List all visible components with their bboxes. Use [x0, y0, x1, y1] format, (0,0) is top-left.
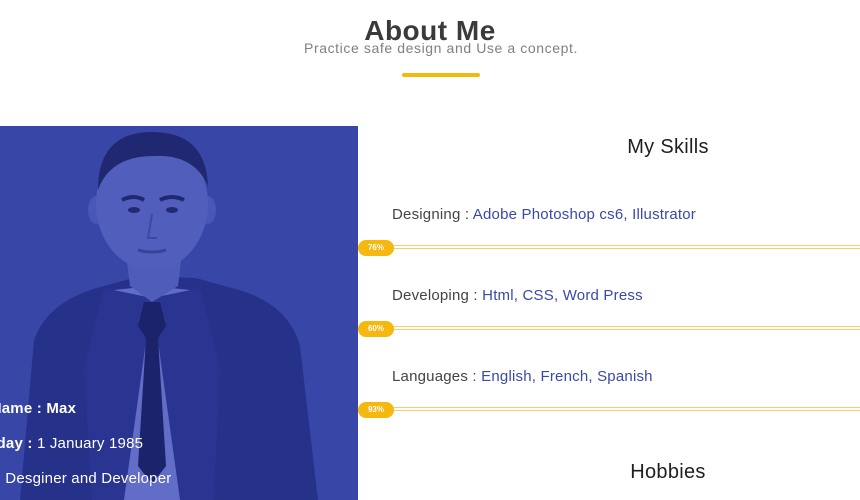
skill-values: Html, CSS, Word Press	[482, 287, 643, 304]
skill-progress-track	[360, 407, 860, 411]
profile-photo-panel: l Name : Max thday : 1 January 1985 o : …	[0, 126, 358, 500]
skill-developing: Developing : Html, CSS, Word Press	[392, 287, 643, 304]
skill-percent-badge: 60%	[358, 321, 394, 337]
skill-label: Developing :	[392, 287, 483, 304]
skill-progress-track	[360, 245, 860, 249]
profile-name-value: Max	[46, 400, 77, 417]
skill-percent-badge: 76%	[358, 240, 394, 256]
skill-languages: Languages : English, French, Spanish	[392, 368, 653, 385]
skill-values: Adobe Photoshop cs6, Illustrator	[472, 206, 696, 223]
profile-job: o : Desginer and Developer	[0, 470, 171, 487]
profile-birthday-value: 1 January 1985	[36, 435, 144, 452]
profile-name: l Name : Max	[0, 400, 76, 417]
skill-values: English, French, Spanish	[481, 368, 653, 385]
skill-designing: Designing : Adobe Photoshop cs6, Illustr…	[392, 206, 696, 223]
skill-label: Designing :	[392, 206, 473, 223]
skill-label: Languages :	[392, 368, 482, 385]
profile-job-value: Desginer and Developer	[5, 470, 172, 487]
skill-percent-badge: 93%	[358, 402, 394, 418]
profile-birthday: thday : 1 January 1985	[0, 435, 143, 452]
profile-name-label: l Name :	[0, 400, 42, 417]
hobbies-heading: Hobbies	[630, 461, 706, 483]
profile-birthday-label: thday :	[0, 435, 33, 452]
section-subtitle: Practice safe design and Use a concept.	[304, 40, 578, 56]
skills-heading: My Skills	[627, 136, 709, 158]
skill-progress-track	[360, 326, 860, 330]
title-divider	[402, 73, 480, 77]
